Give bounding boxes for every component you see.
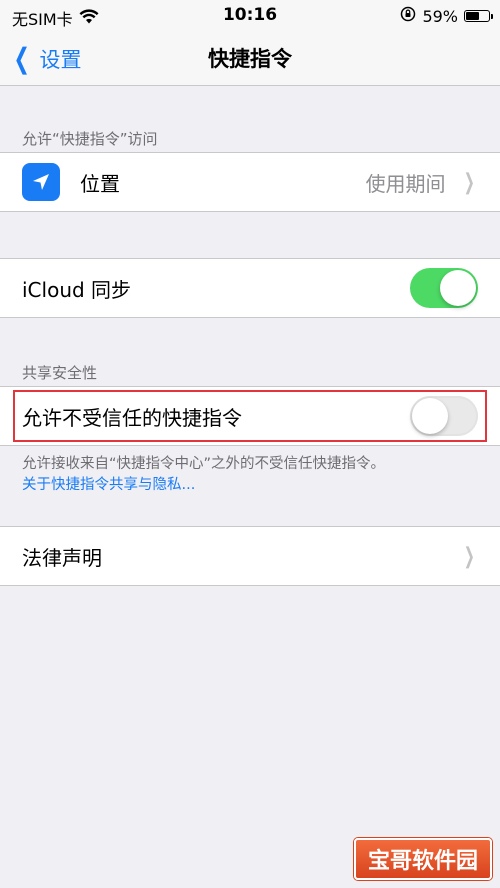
icloud-sync-row: iCloud 同步 bbox=[0, 259, 500, 317]
icloud-group: iCloud 同步 bbox=[0, 258, 500, 318]
battery-fill bbox=[466, 12, 479, 20]
untrusted-shortcuts-label: 允许不受信任的快捷指令 bbox=[22, 405, 242, 430]
legal-group: 法律声明 ❯ bbox=[0, 526, 500, 586]
chevron-right-icon: ❯ bbox=[463, 169, 475, 195]
icloud-sync-label: iCloud 同步 bbox=[22, 277, 132, 302]
untrusted-shortcuts-toggle[interactable] bbox=[410, 396, 478, 436]
security-footer-note: 允许接收来自“快捷指令中心”之外的不受信任快捷指令。 关于快捷指令共享与隐私..… bbox=[0, 446, 500, 496]
security-note-text: 允许接收来自“快捷指令中心”之外的不受信任快捷指令。 bbox=[22, 456, 386, 472]
watermark-logo: 宝哥软件园 bbox=[354, 838, 492, 880]
status-right: 59% bbox=[400, 6, 493, 26]
battery-percent: 59% bbox=[422, 6, 458, 26]
access-section-header: 允许“快捷指令”访问 bbox=[22, 130, 158, 148]
security-group: 允许不受信任的快捷指令 bbox=[0, 386, 500, 446]
access-group: 位置 使用期间 ❯ bbox=[0, 152, 500, 212]
page-title: 快捷指令 bbox=[208, 47, 292, 71]
toggle-knob bbox=[440, 270, 476, 306]
orientation-lock-icon bbox=[400, 6, 416, 26]
location-arrow-icon bbox=[22, 163, 60, 201]
location-value: 使用期间 bbox=[365, 171, 446, 196]
icloud-sync-toggle[interactable] bbox=[410, 268, 478, 308]
sharing-privacy-link[interactable]: 关于快捷指令共享与隐私... bbox=[22, 475, 478, 496]
security-section-header: 共享安全性 bbox=[22, 364, 98, 382]
chevron-right-icon: ❯ bbox=[463, 543, 475, 569]
untrusted-shortcuts-row: 允许不受信任的快捷指令 bbox=[0, 387, 500, 445]
status-bar: 无SIM卡 10:16 59% bbox=[0, 0, 500, 32]
nav-bar: ❮ 设置 快捷指令 bbox=[0, 32, 500, 86]
location-label: 位置 bbox=[80, 171, 120, 196]
legal-row[interactable]: 法律声明 ❯ bbox=[0, 527, 500, 585]
location-row[interactable]: 位置 使用期间 ❯ bbox=[0, 153, 500, 211]
legal-label: 法律声明 bbox=[22, 545, 102, 570]
toggle-knob bbox=[412, 398, 448, 434]
battery-icon bbox=[464, 10, 493, 22]
